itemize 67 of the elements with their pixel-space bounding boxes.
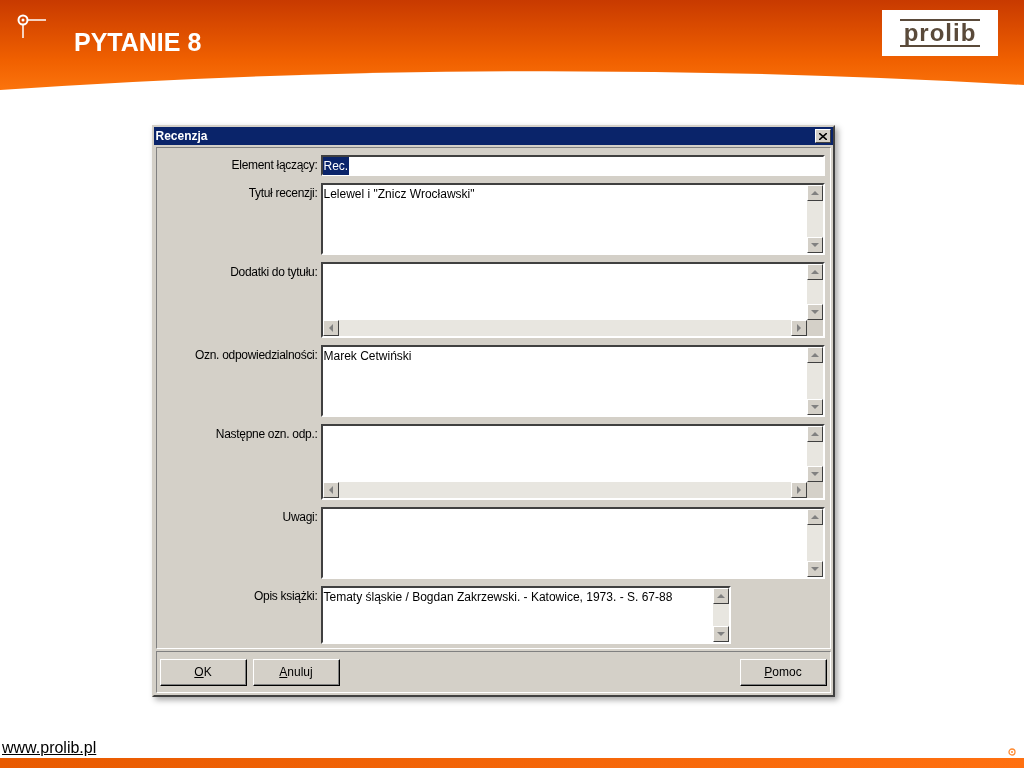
arrow-up-icon — [809, 268, 820, 276]
arrow-right-icon — [794, 485, 803, 495]
footer-link[interactable]: www.prolib.pl — [2, 738, 97, 758]
vertical-scrollbar[interactable] — [806, 185, 823, 253]
scroll-down-button[interactable] — [806, 237, 823, 253]
field-label: Ozn. odpowiedzialności: — [194, 347, 318, 363]
scroll-down-button[interactable] — [806, 466, 823, 482]
vertical-scrollbar[interactable] — [806, 509, 823, 577]
text-area[interactable]: Marek Cetwiński — [320, 345, 825, 417]
arrow-down-icon — [809, 470, 820, 478]
close-icon — [818, 132, 827, 140]
window-title: Recenzja — [155, 128, 208, 145]
scroll-down-button[interactable] — [806, 304, 823, 320]
scroll-up-button[interactable] — [806, 426, 823, 442]
text-area[interactable] — [320, 507, 825, 579]
field-value: Marek Cetwiński — [322, 349, 413, 363]
arrow-up-icon — [715, 592, 726, 600]
field-value: Tematy śląskie / Bogdan Zakrzewski. - Katowice, 1973. - S. 67-88 — [322, 590, 674, 604]
horizontal-scrollbar[interactable] — [322, 482, 807, 498]
text-field[interactable]: Rec. — [320, 155, 825, 176]
scroll-up-button[interactable] — [806, 509, 823, 525]
scroll-up-button[interactable] — [806, 347, 823, 363]
field-label: Tytuł recenzji: — [247, 185, 318, 201]
field-label: Element łączący: — [230, 157, 318, 173]
text-area[interactable]: Tematy śląskie / Bogdan Zakrzewski. - Katowice, 1973. - S. 67-88 — [320, 586, 731, 644]
arrow-down-icon — [809, 241, 820, 249]
text-area[interactable] — [320, 262, 825, 338]
scroll-left-button[interactable] — [322, 320, 339, 336]
arrow-down-icon — [809, 403, 820, 411]
vertical-scrollbar[interactable] — [806, 426, 823, 482]
arrow-up-icon — [809, 351, 820, 359]
close-button[interactable] — [814, 129, 831, 143]
vertical-scrollbar[interactable] — [712, 588, 729, 642]
field-label: Dodatki do tytułu: — [229, 264, 318, 280]
slide-title: PYTANIE 8 — [74, 27, 202, 58]
dialog-button[interactable]: OK — [159, 658, 247, 686]
horizontal-scrollbar[interactable] — [322, 320, 807, 336]
arrow-up-icon — [809, 513, 820, 521]
field-label: Uwagi: — [281, 509, 318, 525]
scroll-up-button[interactable] — [806, 185, 823, 201]
scroll-down-button[interactable] — [806, 399, 823, 415]
field-label: Opis książki: — [253, 588, 318, 604]
dialog-button[interactable]: Anuluj — [252, 658, 340, 686]
pin-icon — [16, 14, 46, 40]
text-area[interactable]: Lelewel i "Znicz Wrocławski" — [320, 183, 825, 255]
scroll-right-button[interactable] — [790, 482, 807, 498]
arrow-down-icon — [809, 308, 820, 316]
scroll-up-button[interactable] — [806, 264, 823, 280]
field-value: Rec. — [322, 156, 350, 175]
scroll-down-button[interactable] — [806, 561, 823, 577]
scroll-down-button[interactable] — [712, 626, 729, 642]
arrow-up-icon — [809, 189, 820, 197]
scroll-up-button[interactable] — [712, 588, 729, 604]
scroll-right-button[interactable] — [790, 320, 807, 336]
arrow-down-icon — [715, 630, 726, 638]
arrow-right-icon — [794, 323, 803, 333]
field-value: Lelewel i "Znicz Wrocławski" — [322, 187, 476, 201]
arrow-down-icon — [809, 565, 820, 573]
field-label: Następne ozn. odp.: — [214, 426, 318, 442]
vertical-scrollbar[interactable] — [806, 347, 823, 415]
vertical-scrollbar[interactable] — [806, 264, 823, 320]
scroll-left-button[interactable] — [322, 482, 339, 498]
text-area[interactable] — [320, 424, 825, 500]
arrow-up-icon — [809, 430, 820, 438]
circle-icon — [1008, 748, 1016, 756]
logo: prolib — [882, 10, 998, 56]
dialog-button[interactable]: Pomoc — [739, 658, 827, 686]
